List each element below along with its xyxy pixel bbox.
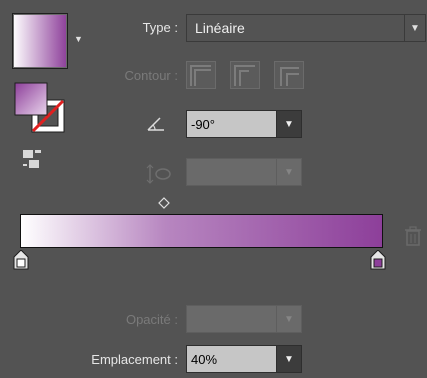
aspect-ratio-icon: [146, 164, 171, 184]
trash-icon[interactable]: [404, 226, 422, 246]
opacity-combo[interactable]: ▼: [186, 305, 302, 333]
location-label: Emplacement :: [91, 352, 178, 367]
stroke-across-button[interactable]: [274, 61, 304, 89]
stroke-within-icon: [190, 65, 211, 86]
aspect-combo[interactable]: ▼: [186, 158, 302, 186]
gradient-stop-end[interactable]: [370, 250, 386, 270]
opacity-label: Opacité :: [125, 312, 178, 327]
midpoint-diamond-icon[interactable]: [158, 197, 170, 209]
angle-icon: [147, 117, 164, 131]
type-dropdown[interactable]: Linéaire ▼: [186, 14, 426, 42]
angle-combo[interactable]: -90° ▼: [186, 110, 302, 138]
fill-stroke-icon[interactable]: [14, 82, 66, 134]
type-label: Type :: [142, 20, 178, 35]
angle-input[interactable]: -90°: [186, 110, 276, 138]
gradient-slider[interactable]: [20, 214, 383, 248]
location-combo[interactable]: 40% ▼: [186, 345, 302, 373]
chevron-down-icon[interactable]: ▼: [276, 305, 302, 333]
opacity-input[interactable]: [186, 305, 276, 333]
stroke-along-button[interactable]: [230, 61, 260, 89]
type-dropdown-value: Linéaire: [195, 20, 245, 36]
stroke-label: Contour :: [124, 68, 178, 83]
swatch-menu-arrow-icon[interactable]: ▼: [74, 34, 83, 44]
stroke-within-button[interactable]: [186, 61, 216, 89]
chevron-down-icon[interactable]: ▼: [405, 23, 425, 34]
stroke-across-icon: [280, 67, 299, 86]
aspect-input[interactable]: [186, 158, 276, 186]
chevron-down-icon[interactable]: ▼: [276, 110, 302, 138]
chevron-down-icon[interactable]: ▼: [276, 158, 302, 186]
gradient-swatch[interactable]: [12, 13, 68, 69]
stroke-along-icon: [234, 65, 255, 86]
chevron-down-icon[interactable]: ▼: [276, 345, 302, 373]
gradient-stop-start[interactable]: [13, 250, 29, 270]
arrange-icon[interactable]: [22, 148, 42, 170]
location-input[interactable]: 40%: [186, 345, 276, 373]
